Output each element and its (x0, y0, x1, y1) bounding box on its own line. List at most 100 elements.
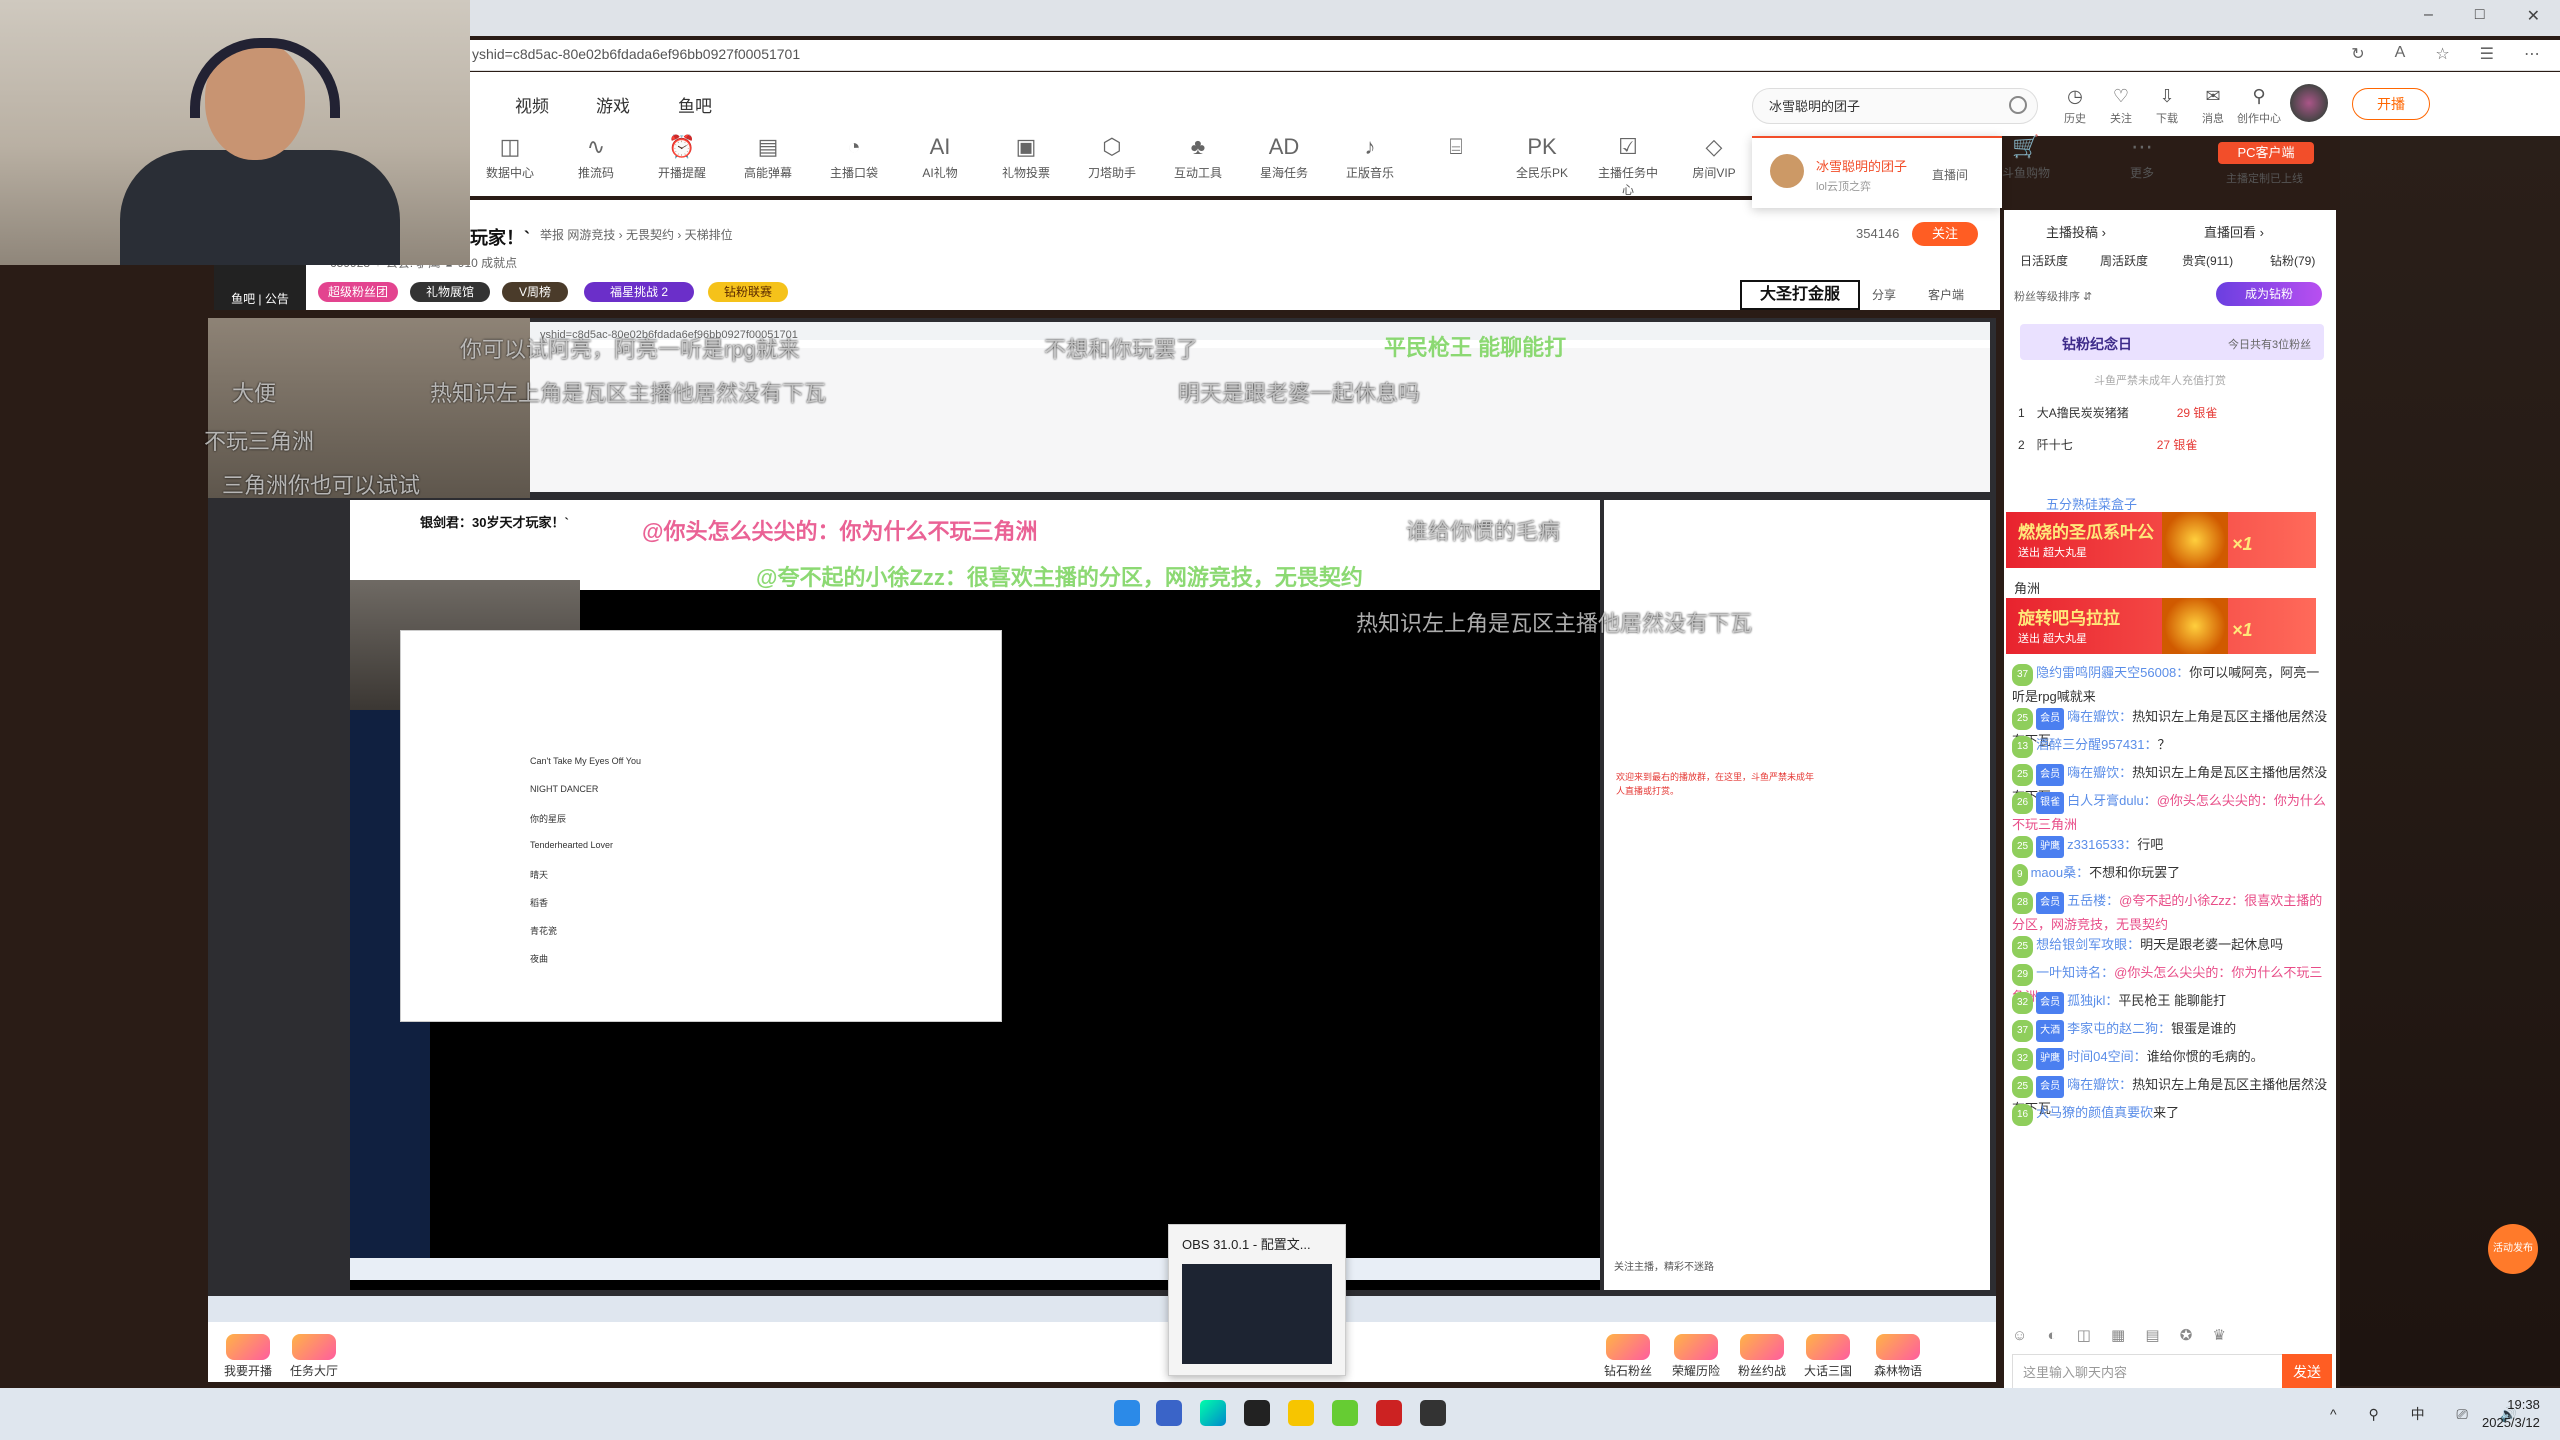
chat-nickname[interactable]: 嗨在瓣饮： (2067, 765, 2132, 780)
tool-item[interactable]: ▣ 礼物投票 (994, 134, 1058, 181)
chat-message[interactable]: 16 大马獠的颜值真要砍来了 (2012, 1102, 2332, 1126)
fans-sort[interactable]: 粉丝等级排序 ⇵ (2014, 288, 2092, 304)
user-avatar[interactable] (2290, 84, 2328, 122)
chat-nickname[interactable]: z3316533： (2067, 837, 2137, 852)
send-button[interactable]: 发送 (2282, 1354, 2332, 1390)
chat-message[interactable]: 13 酒醉三分醒957431：？ (2012, 734, 2332, 758)
chat-message[interactable]: 32 会员 孤独jkl：平民枪王 能聊能打 (2012, 990, 2332, 1014)
chat-input[interactable]: 这里输入聊天内容 (2012, 1354, 2284, 1392)
activity-assist-button[interactable]: 活动发布 (2488, 1224, 2538, 1274)
tab-replay[interactable]: 直播回看 › (2204, 222, 2264, 241)
chat-message[interactable]: 26 银雀 白人牙膏dulu：@你头怎么尖尖的：你为什么不玩三角洲 (2012, 790, 2332, 836)
tab-daily-activity[interactable]: 日活跃度 (2020, 252, 2068, 269)
rank-row[interactable]: 2 阡十七 27 银雀 (2018, 436, 2197, 453)
app-icon[interactable] (1288, 1400, 1314, 1426)
badge-week-rank[interactable]: V周榜 (502, 282, 568, 302)
activity-item[interactable]: 我要开播 (224, 1334, 272, 1379)
chat-nickname[interactable]: 白人牙膏dulu： (2067, 793, 2157, 808)
activity-item[interactable]: 荣耀历险 (1672, 1334, 1720, 1379)
chat-nickname[interactable]: 嗨在瓣饮： (2067, 709, 2132, 724)
nav-game[interactable]: 游戏 (596, 92, 630, 117)
tab-weekly-activity[interactable]: 周活跃度 (2100, 252, 2148, 269)
tab-diamond-fans[interactable]: 钻粉(79) (2270, 252, 2315, 269)
activity-item[interactable]: 大话三国 (1804, 1334, 1852, 1379)
obs-thumbnail[interactable] (1182, 1264, 1332, 1364)
chat-nickname[interactable]: 孤独jkl： (2067, 993, 2118, 1008)
tool-item[interactable]: ◫ 数据中心 (478, 134, 542, 181)
clock[interactable]: 19:38 2025/3/12 (2482, 1396, 2540, 1432)
chat-nickname[interactable]: maou桑： (2031, 865, 2090, 880)
chat-nickname[interactable]: 隐约雷鸣阴霾天空56008： (2036, 665, 2189, 680)
tool-item[interactable]: AI AI礼物 (908, 134, 972, 181)
douyu-icon[interactable] (1376, 1400, 1402, 1426)
activity-item[interactable]: 钻石粉丝 (1604, 1334, 1652, 1379)
suggestion-name[interactable]: 冰雪聪明的团子 (1816, 156, 1907, 175)
messages-button[interactable]: ✉ 消息 (2190, 86, 2236, 126)
history-button[interactable]: ◷ 历史 (2052, 86, 2098, 126)
obs-icon[interactable] (1420, 1400, 1446, 1426)
suggestion-live-link[interactable]: 直播间 (1932, 166, 1968, 183)
tool-item[interactable]: ◇ 房间VIP (1682, 134, 1746, 181)
become-diamond-fans-button[interactable]: 成为钻粉 (2216, 282, 2322, 306)
chat-message[interactable]: 9 maou桑：不想和你玩罢了 (2012, 862, 2332, 886)
suggestion-avatar[interactable] (1770, 154, 1804, 188)
start-icon[interactable] (1114, 1400, 1140, 1426)
chat-message[interactable]: 28 会员 五岳楼：@夸不起的小徐Zzz：很喜欢主播的分区，网游竞技，无畏契约 (2012, 890, 2332, 936)
badge-super-fans[interactable]: 超级粉丝团 (318, 282, 398, 302)
star-icon[interactable]: ☆ (2435, 44, 2449, 64)
chat-message[interactable]: 32 驴鹰 时间04空间：谁给你惯的毛病的。 (2012, 1046, 2332, 1070)
tool-item[interactable]: ⏰ 开播提醒 (650, 134, 714, 181)
chat-nickname[interactable]: 一叶知诗名： (2036, 965, 2114, 980)
chat-nickname[interactable]: 嗨在瓣饮： (2067, 1077, 2132, 1092)
chat-nickname[interactable]: 李家屯的赵二狗： (2067, 1021, 2171, 1036)
activity-item[interactable]: 粉丝约战 (1738, 1334, 1786, 1379)
tool-item[interactable]: ♪ 正版音乐 (1338, 134, 1402, 181)
tool-item[interactable]: ⌸ (1424, 134, 1488, 164)
activity-item[interactable]: 任务大厅 (290, 1334, 338, 1379)
chat-message[interactable]: 25 驴鹰 z3316533：行吧 (2012, 834, 2332, 858)
rank-row[interactable]: 1 大A撸民炭炭猪猪 29 银雀 (2018, 404, 2217, 421)
more-icon[interactable]: ⋯ (2524, 44, 2540, 64)
read-aloud-icon[interactable]: A (2395, 44, 2406, 64)
tab-anchor-posts[interactable]: 主播投稿 › (2046, 222, 2106, 241)
activity-item[interactable]: 森林物语 (1874, 1334, 1922, 1379)
share-button[interactable]: 分享 (1872, 286, 1896, 303)
tab-vip[interactable]: 贵宾(911) (2182, 252, 2233, 269)
chat-nickname[interactable]: 大马獠的颜值真要砍 (2036, 1105, 2153, 1120)
fishbar-announcement[interactable]: 鱼吧 | 公告 (214, 264, 306, 310)
app-icon[interactable] (1332, 1400, 1358, 1426)
download-button[interactable]: ⇩ 下载 (2144, 86, 2190, 126)
maximize-button[interactable]: □ (2475, 6, 2485, 26)
chat-nickname[interactable]: 时间04空间： (2067, 1049, 2146, 1064)
tencent-icon[interactable] (1156, 1400, 1182, 1426)
client-button[interactable]: 客户端 (1928, 286, 1964, 303)
edge-icon[interactable] (1200, 1400, 1226, 1426)
badge-lucky-challenge[interactable]: 福星挑战 2 (584, 282, 694, 302)
tool-item[interactable]: PK 全民乐PK (1510, 134, 1574, 181)
chat-nickname[interactable]: 酒醉三分醒957431： (2036, 737, 2157, 752)
tool-item[interactable]: AD 星海任务 (1252, 134, 1316, 181)
chat-nickname[interactable]: 想给银剑军攻眼： (2036, 937, 2140, 952)
chat-tool-icons[interactable]: ☺ ◐ ◫ ▦ ▤ ✪ ♛ (2012, 1326, 2234, 1344)
tool-item[interactable]: ☑ 主播任务中心 (1596, 134, 1660, 198)
chat-message[interactable]: 37 大酒 李家屯的赵二狗：银蛋是谁的 (2012, 1018, 2332, 1042)
start-stream-button[interactable]: 开播 (2352, 88, 2430, 120)
favorites-icon[interactable]: ☰ (2480, 44, 2494, 64)
dashengdajin-logo[interactable]: 大圣打金服 (1740, 280, 1860, 310)
creator-center-button[interactable]: ⚲ 创作中心 (2236, 86, 2282, 126)
chat-message[interactable]: 37 隐约雷鸣阴霾天空56008：你可以喊阿亮，阿亮一听是rpg喊就来 (2012, 662, 2332, 708)
minimize-button[interactable]: – (2424, 6, 2433, 26)
tool-item[interactable]: ∿ 推流码 (564, 134, 628, 181)
search-input[interactable] (1767, 97, 2001, 114)
close-button[interactable]: ✕ (2527, 6, 2540, 26)
url-text[interactable]: yshid=c8d5ac-80e02b6fdada6ef96bb0927f000… (472, 46, 800, 62)
badge-gift-hall[interactable]: 礼物展馆 (410, 282, 490, 302)
tool-item[interactable]: ⬡ 刀塔助手 (1080, 134, 1144, 181)
refresh-icon[interactable]: ↻ (2351, 44, 2364, 64)
pc-client-button[interactable]: PC客户端 (2218, 142, 2314, 164)
tool-item[interactable]: ◔ 主播口袋 (822, 134, 886, 181)
chat-message[interactable]: 25 想给银剑军攻眼：明天是跟老婆一起休息吗 (2012, 934, 2332, 958)
tool-shopping[interactable]: 🛒 斗鱼购物 (1994, 134, 2058, 181)
tool-item[interactable]: ▤ 高能弹幕 (736, 134, 800, 181)
follow-button[interactable]: 关注 (1912, 222, 1978, 246)
